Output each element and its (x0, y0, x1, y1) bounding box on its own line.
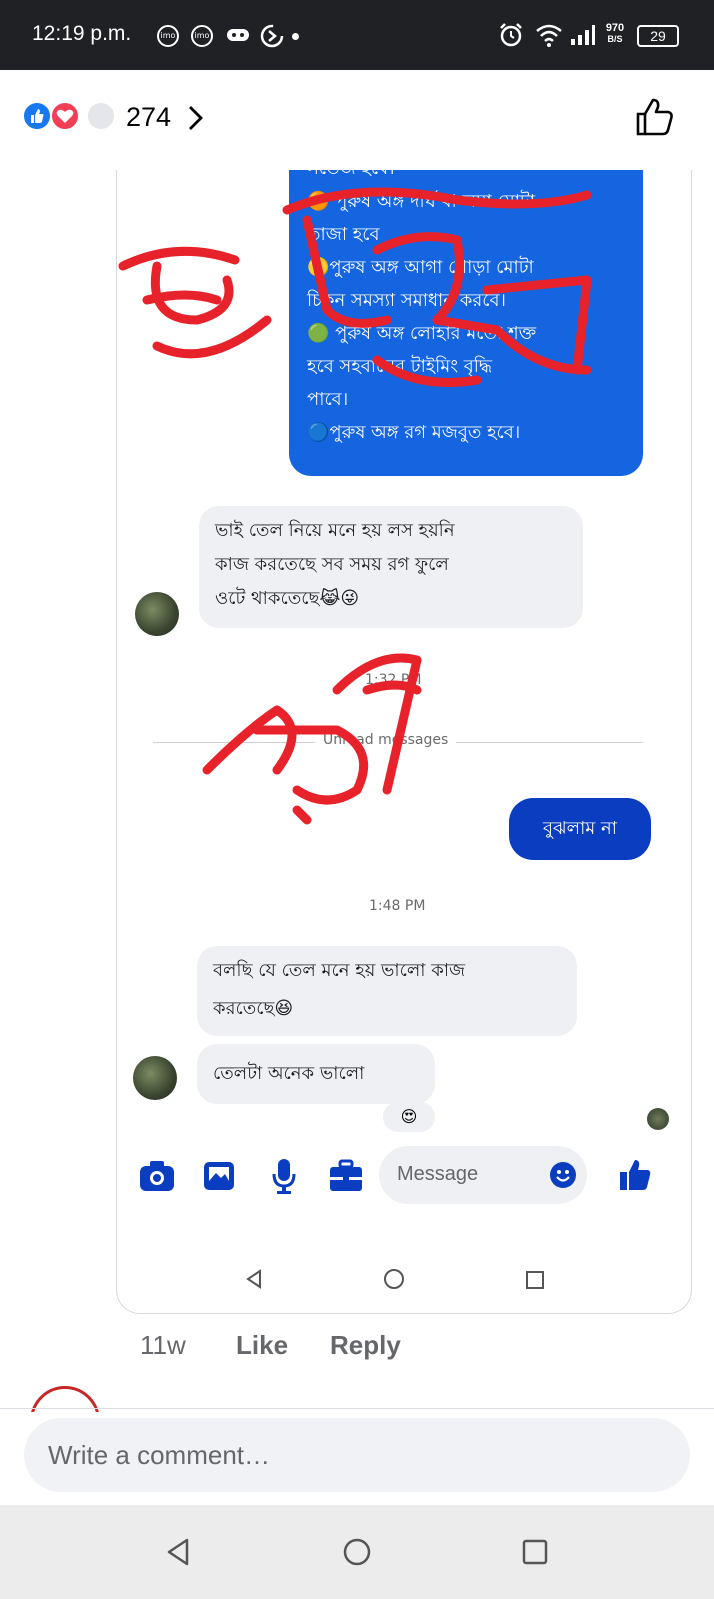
comment-box-divider (0, 1408, 714, 1409)
alarm-icon (498, 22, 524, 48)
status-bar: 12:19 p.m. imo imo 970 B/S 29 (0, 0, 714, 70)
game-controller-icon (226, 27, 250, 43)
recents-icon[interactable] (522, 1539, 548, 1565)
seen-avatar (647, 1108, 669, 1130)
home-icon[interactable] (342, 1537, 372, 1567)
received-3-text: তেলটা অনেক ভালো (213, 1063, 365, 1084)
received-2-line-2: করতেছে😆 (213, 998, 294, 1019)
system-navigation-bar (0, 1505, 714, 1599)
chevron-right-icon[interactable] (186, 104, 206, 132)
inner-recents-icon (525, 1270, 545, 1290)
inner-back-icon (243, 1268, 265, 1290)
status-time: 12:19 p.m. (32, 22, 132, 45)
received-2-line-1: বলছি যে তেল মনে হয় ভালো কাজ (213, 960, 466, 981)
sender-avatar-2 (133, 1056, 177, 1100)
net-speed-unit: B/S (607, 34, 623, 44)
inner-home-icon (383, 1268, 405, 1290)
hotspot-icon (260, 24, 284, 48)
reaction-count: 274 (126, 102, 172, 132)
like-button-icon[interactable] (634, 96, 676, 138)
thumbs-up-send-icon (617, 1156, 653, 1194)
received-message-bubble-2: বলছি যে তেল মনে হয় ভালো কাজ করতেছে😆 (197, 946, 577, 1036)
love-reaction-icon (50, 101, 80, 131)
red-scribble-annotation (118, 187, 592, 825)
microphone-icon (269, 1156, 299, 1196)
net-speed-value: 970 (605, 22, 625, 34)
emoji-icon (549, 1161, 577, 1189)
imo-notification-icon: imo (157, 25, 179, 47)
composer-placeholder: Message (397, 1163, 479, 1185)
back-icon[interactable] (164, 1537, 192, 1567)
signal-icon (570, 24, 596, 46)
net-speed: 970 B/S (603, 23, 627, 45)
comment-age: 11w (140, 1330, 186, 1360)
more-notifications-dot (292, 33, 299, 40)
message-reaction-badge: 😍 (383, 1102, 435, 1132)
like-reaction-icon (22, 101, 52, 131)
timestamp-2: 1:48 PM (369, 898, 426, 914)
shared-screenshot-image[interactable]: সতেজ হবে। 🟠 পুরুষ অঙ্গ দীর্ঘ বা লম্বা মো… (116, 170, 692, 1314)
imo-notification-icon-2: imo (191, 25, 213, 47)
comment-reply-button[interactable]: Reply (330, 1330, 401, 1361)
comment-like-button[interactable]: Like (236, 1330, 288, 1361)
camera-icon (137, 1158, 177, 1194)
write-comment-input[interactable] (24, 1418, 690, 1492)
battery-indicator: 29 (637, 25, 679, 47)
wifi-icon (535, 22, 563, 48)
reaction-summary[interactable]: 274 (0, 70, 714, 170)
reaction-icon-3 (86, 101, 116, 131)
battery-level: 29 (650, 28, 666, 44)
message-composer-field: Message (379, 1146, 587, 1204)
briefcase-icon (327, 1158, 365, 1194)
received-message-bubble-3: তেলটা অনেক ভালো (197, 1044, 435, 1104)
gallery-icon (201, 1158, 237, 1194)
